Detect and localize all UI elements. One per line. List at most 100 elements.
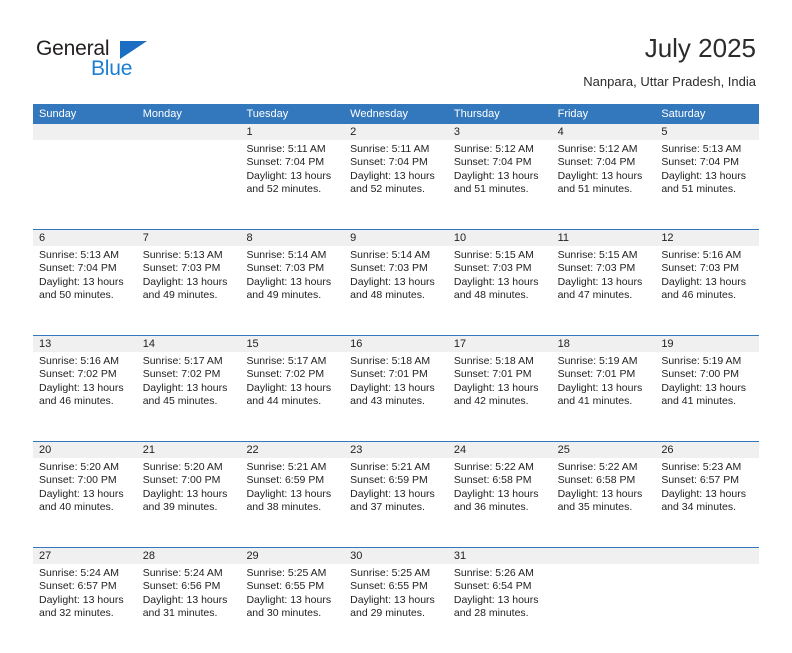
day-number[interactable]: 21	[137, 442, 241, 458]
day-number[interactable]: 15	[240, 336, 344, 352]
day-detail-line: Daylight: 13 hours	[557, 487, 643, 500]
day-detail-line: Daylight: 13 hours	[142, 593, 228, 606]
calendar-day-cell[interactable]: Sunrise: 5:19 AM Sunset: 7:01 PM Daylight:…	[552, 352, 656, 441]
day-details	[552, 564, 656, 567]
day-number-empty	[655, 548, 759, 564]
day-number[interactable]: 11	[552, 230, 656, 246]
day-detail-line: Sunrise: 5:12 AM	[557, 143, 638, 155]
day-number[interactable]: 24	[448, 442, 552, 458]
day-details: Sunrise: 5:17 AM Sunset: 7:02 PM Daylight:…	[240, 352, 344, 409]
day-detail-line: Sunset: 6:54 PM	[453, 580, 532, 593]
day-number[interactable]: 9	[344, 230, 448, 246]
calendar-day-cell[interactable]: Sunrise: 5:17 AM Sunset: 7:02 PM Daylight:…	[137, 352, 241, 441]
day-details: Sunrise: 5:12 AM Sunset: 7:04 PM Daylight:…	[448, 140, 552, 197]
day-number[interactable]: 8	[240, 230, 344, 246]
calendar-day-cell[interactable]: Sunrise: 5:14 AM Sunset: 7:03 PM Daylight:…	[344, 246, 448, 335]
calendar-day-cell[interactable]: Sunrise: 5:16 AM Sunset: 7:02 PM Daylight:…	[33, 352, 137, 441]
day-detail-line: and 48 minutes.	[350, 289, 425, 302]
day-number[interactable]: 1	[240, 124, 344, 140]
calendar-day-cell[interactable]: Sunrise: 5:15 AM Sunset: 7:03 PM Daylight:…	[448, 246, 552, 335]
day-number[interactable]: 14	[137, 336, 241, 352]
calendar-day-cell[interactable]: Sunrise: 5:24 AM Sunset: 6:57 PM Daylight:…	[33, 564, 137, 653]
day-number[interactable]: 31	[448, 548, 552, 564]
calendar-page: General Blue July 2025 Nanpara, Uttar Pr…	[0, 0, 792, 619]
calendar-day-cell[interactable]: Sunrise: 5:13 AM Sunset: 7:04 PM Daylight:…	[33, 246, 137, 335]
calendar-day-cell[interactable]: Sunrise: 5:16 AM Sunset: 7:03 PM Daylight:…	[655, 246, 759, 335]
calendar-day-cell[interactable]: Sunrise: 5:21 AM Sunset: 6:59 PM Daylight:…	[240, 458, 344, 547]
day-detail-line: and 41 minutes.	[557, 395, 633, 408]
calendar-day-cell[interactable]: Sunrise: 5:23 AM Sunset: 6:57 PM Daylight:…	[655, 458, 759, 547]
day-number[interactable]: 22	[240, 442, 344, 458]
calendar-day-cell[interactable]: Sunrise: 5:15 AM Sunset: 7:03 PM Daylight:…	[552, 246, 656, 335]
day-number[interactable]: 4	[552, 124, 656, 140]
calendar-day-cell[interactable]: Sunrise: 5:14 AM Sunset: 7:03 PM Daylight:…	[240, 246, 344, 335]
day-number[interactable]: 7	[137, 230, 241, 246]
calendar-day-cell[interactable]: Sunrise: 5:13 AM Sunset: 7:04 PM Daylight:…	[655, 140, 759, 229]
day-number[interactable]: 18	[552, 336, 656, 352]
day-detail-line: Sunset: 7:02 PM	[246, 368, 325, 381]
day-detail-line: Sunset: 7:03 PM	[246, 262, 325, 275]
day-number-band: 13 14 15 16 17 18 19	[33, 336, 759, 352]
day-details	[33, 140, 137, 143]
calendar-day-cell[interactable]: Sunrise: 5:22 AM Sunset: 6:58 PM Daylight:…	[448, 458, 552, 547]
calendar-day-cell[interactable]: Sunrise: 5:17 AM Sunset: 7:02 PM Daylight:…	[240, 352, 344, 441]
day-detail-line: Sunrise: 5:22 AM	[453, 461, 534, 473]
day-detail-line: and 46 minutes.	[39, 395, 114, 408]
day-number[interactable]: 13	[33, 336, 137, 352]
day-detail-line: and 50 minutes.	[39, 289, 114, 302]
calendar-day-cell[interactable]: Sunrise: 5:19 AM Sunset: 7:00 PM Daylight:…	[655, 352, 759, 441]
day-number[interactable]: 3	[448, 124, 552, 140]
calendar-day-cell[interactable]: Sunrise: 5:25 AM Sunset: 6:55 PM Daylight:…	[240, 564, 344, 653]
day-number[interactable]: 26	[655, 442, 759, 458]
day-number[interactable]: 17	[448, 336, 552, 352]
day-number[interactable]: 25	[552, 442, 656, 458]
day-number[interactable]: 27	[33, 548, 137, 564]
day-number[interactable]: 29	[240, 548, 344, 564]
day-number[interactable]: 6	[33, 230, 137, 246]
calendar-day-cell[interactable]: Sunrise: 5:21 AM Sunset: 6:59 PM Daylight:…	[344, 458, 448, 547]
day-details: Sunrise: 5:26 AM Sunset: 6:54 PM Daylight:…	[448, 564, 552, 621]
day-number[interactable]: 28	[137, 548, 241, 564]
day-number[interactable]: 2	[344, 124, 448, 140]
day-details: Sunrise: 5:15 AM Sunset: 7:03 PM Daylight:…	[448, 246, 552, 303]
day-detail-line: Daylight: 13 hours	[557, 275, 643, 288]
day-number[interactable]: 23	[344, 442, 448, 458]
weekday-header-sunday: Sunday	[39, 108, 77, 120]
calendar-day-cell[interactable]: Sunrise: 5:13 AM Sunset: 7:03 PM Daylight:…	[137, 246, 241, 335]
day-detail-line: Daylight: 13 hours	[39, 593, 124, 606]
day-details: Sunrise: 5:22 AM Sunset: 6:58 PM Daylight:…	[552, 458, 656, 515]
calendar-day-cell[interactable]: Sunrise: 5:20 AM Sunset: 7:00 PM Daylight:…	[33, 458, 137, 547]
calendar-day-cell[interactable]: Sunrise: 5:22 AM Sunset: 6:58 PM Daylight:…	[552, 458, 656, 547]
day-detail-line: Sunset: 7:04 PM	[453, 156, 532, 169]
calendar-day-cell[interactable]: Sunrise: 5:24 AM Sunset: 6:56 PM Daylight:…	[137, 564, 241, 653]
day-detail-line: and 45 minutes.	[142, 395, 218, 408]
day-detail-line: Sunrise: 5:18 AM	[350, 355, 431, 367]
day-number[interactable]: 20	[33, 442, 137, 458]
calendar-day-cell[interactable]: Sunrise: 5:12 AM Sunset: 7:04 PM Daylight:…	[552, 140, 656, 229]
day-details: Sunrise: 5:16 AM Sunset: 7:03 PM Daylight:…	[655, 246, 759, 303]
calendar-empty-cell	[655, 564, 759, 653]
calendar-day-cell[interactable]: Sunrise: 5:11 AM Sunset: 7:04 PM Daylight:…	[344, 140, 448, 229]
weekday-header-saturday: Saturday	[661, 108, 706, 120]
calendar-day-cell[interactable]: Sunrise: 5:20 AM Sunset: 7:00 PM Daylight:…	[137, 458, 241, 547]
day-details: Sunrise: 5:24 AM Sunset: 6:57 PM Daylight:…	[33, 564, 137, 621]
day-detail-line: Daylight: 13 hours	[453, 381, 539, 394]
day-number[interactable]: 30	[344, 548, 448, 564]
day-detail-line: and 44 minutes.	[246, 395, 322, 408]
day-number[interactable]: 10	[448, 230, 552, 246]
calendar-day-cell[interactable]: Sunrise: 5:18 AM Sunset: 7:01 PM Daylight:…	[344, 352, 448, 441]
calendar-day-cell[interactable]: Sunrise: 5:11 AM Sunset: 7:04 PM Daylight:…	[240, 140, 344, 229]
day-detail-line: Sunrise: 5:17 AM	[246, 355, 327, 367]
day-detail-line: Daylight: 13 hours	[661, 381, 746, 394]
calendar-day-cell[interactable]: Sunrise: 5:25 AM Sunset: 6:55 PM Daylight:…	[344, 564, 448, 653]
calendar-day-cell[interactable]: Sunrise: 5:12 AM Sunset: 7:04 PM Daylight:…	[448, 140, 552, 229]
day-number[interactable]: 12	[655, 230, 759, 246]
day-number[interactable]: 16	[344, 336, 448, 352]
day-details: Sunrise: 5:17 AM Sunset: 7:02 PM Daylight:…	[137, 352, 241, 409]
day-detail-line: Daylight: 13 hours	[661, 275, 746, 288]
day-number[interactable]: 5	[655, 124, 759, 140]
day-number[interactable]: 19	[655, 336, 759, 352]
calendar-day-cell[interactable]: Sunrise: 5:26 AM Sunset: 6:54 PM Daylight:…	[448, 564, 552, 653]
calendar-day-cell[interactable]: Sunrise: 5:18 AM Sunset: 7:01 PM Daylight:…	[448, 352, 552, 441]
day-details: Sunrise: 5:18 AM Sunset: 7:01 PM Daylight:…	[344, 352, 448, 409]
